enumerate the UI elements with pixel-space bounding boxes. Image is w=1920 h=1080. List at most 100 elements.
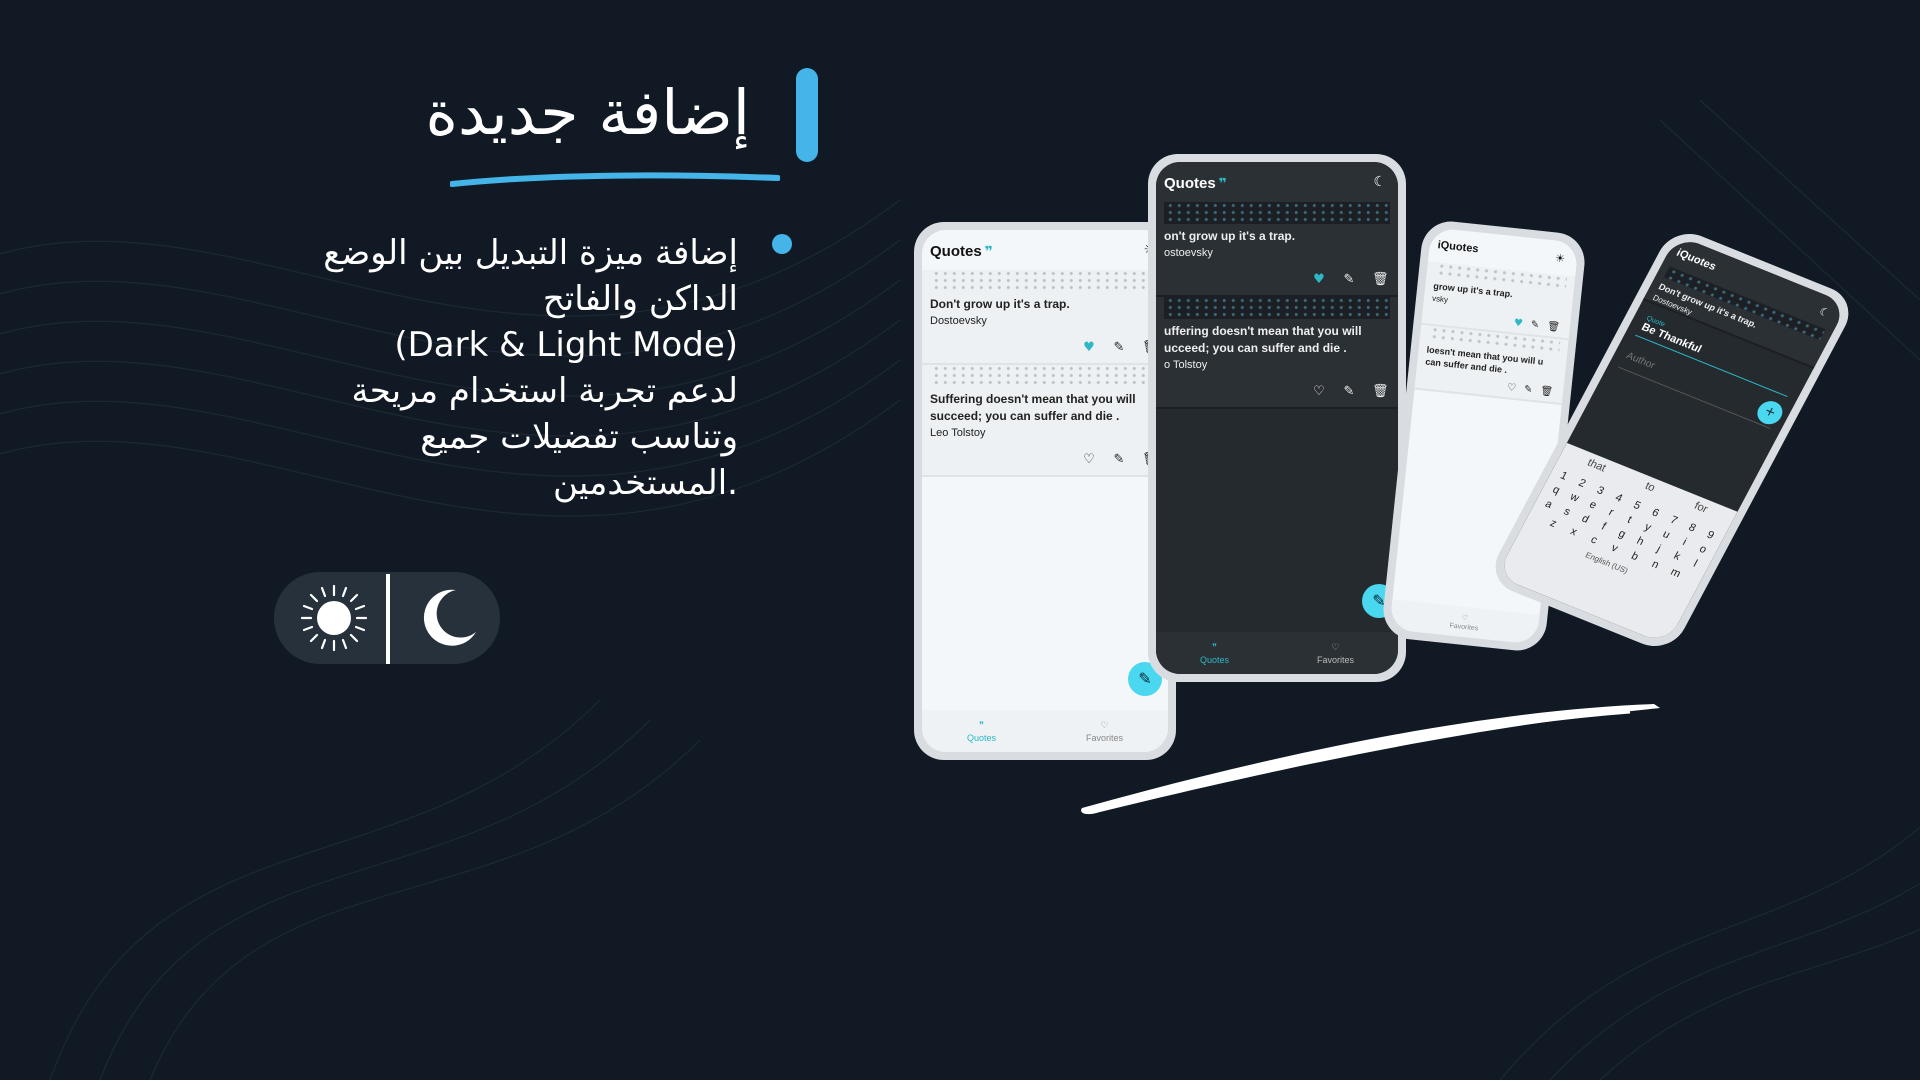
keyboard-key[interactable]: y <box>1639 519 1657 535</box>
keyboard-key[interactable]: 3 <box>1591 483 1609 499</box>
theme-toggle-moon-icon[interactable]: ☾ <box>1817 304 1832 319</box>
keyboard-key[interactable]: h <box>1631 534 1649 550</box>
edit-icon[interactable]: ✎ <box>1112 341 1126 355</box>
keyboard-key[interactable]: k <box>1668 548 1686 564</box>
quote-mark-icon: ❞ <box>1212 641 1217 652</box>
edit-icon[interactable]: ✎ <box>1112 453 1126 467</box>
suggestion[interactable]: for <box>1689 500 1710 521</box>
quote-text: uffering doesn't mean that you will ucce… <box>1164 324 1362 355</box>
keyboard-key[interactable]: 5 <box>1628 498 1646 514</box>
feature-description: إضافة ميزة التبديل بين الوضع الداكن والف… <box>218 230 738 506</box>
feature-line: لدعم تجربة استخدام مريحة <box>351 371 738 411</box>
keyboard-key[interactable]: l <box>1686 556 1704 572</box>
quote-mark-icon: ❞ <box>984 243 993 260</box>
theme-toggle-moon-icon[interactable]: ☾ <box>1373 174 1386 190</box>
card-banner <box>930 365 1160 387</box>
keyboard-key[interactable]: 1 <box>1554 468 1572 484</box>
edit-icon[interactable]: ✎ <box>1342 273 1356 287</box>
keyboard-key[interactable]: r <box>1602 505 1620 521</box>
keyboard-key[interactable]: x <box>1563 524 1583 541</box>
keyboard-key[interactable]: o <box>1694 542 1712 558</box>
keyboard-key[interactable]: b <box>1625 548 1645 565</box>
nav-quotes-label: Quotes <box>966 732 997 743</box>
quote-text: Suffering doesn't mean that you will suc… <box>930 392 1136 423</box>
feature-line: إضافة ميزة التبديل بين الوضع <box>323 233 738 273</box>
keyboard-key[interactable]: z <box>1543 515 1563 532</box>
app-title: iQuotes <box>1674 246 1719 273</box>
card-banner <box>930 270 1160 292</box>
favorite-filled-icon[interactable]: ♥ <box>1082 341 1096 355</box>
quote-author: Dostoevsky <box>930 315 987 327</box>
keyboard-key[interactable]: c <box>1584 532 1604 549</box>
keyboard-key[interactable]: q <box>1547 482 1565 498</box>
quote-card[interactable]: Don't grow up it's a trap. Dostoevsky ♥ … <box>922 270 1168 365</box>
feature-line: الداكن والفاتح <box>542 279 738 319</box>
delete-icon[interactable]: 🗑 <box>1540 386 1554 398</box>
delete-icon[interactable]: 🗑 <box>1372 273 1389 287</box>
app-title-wrap: Quotes ❞ <box>930 241 993 260</box>
keyboard-key[interactable]: s <box>1558 504 1576 520</box>
nav-quotes-label: Quotes <box>1199 654 1230 665</box>
bullet-dot <box>772 234 792 254</box>
keyboard-key[interactable]: f <box>1594 519 1612 535</box>
app-bar: Quotes ❞ ☾ <box>1156 162 1398 202</box>
quote-card[interactable]: on't grow up it's a trap. ostoevsky ♥ ✎ … <box>1156 202 1398 297</box>
quote-text: on't grow up it's a trap. <box>1164 229 1296 243</box>
feature-line: .المستخدمين <box>552 463 738 503</box>
suggestion[interactable]: that <box>1582 457 1608 480</box>
nav-favorites[interactable]: ♡ Favorites <box>1449 612 1479 632</box>
keyboard-key[interactable]: a <box>1539 497 1557 513</box>
keyboard-key[interactable]: 4 <box>1610 490 1628 506</box>
app-title: Quotes <box>1164 174 1216 192</box>
page-title: إضافة جديدة <box>425 76 750 149</box>
card-banner <box>1164 202 1390 224</box>
bottom-nav: ♡ Favorites <box>1389 599 1540 645</box>
delete-icon[interactable]: 🗑 <box>1547 321 1561 333</box>
keyboard-key[interactable]: j <box>1649 541 1667 557</box>
keyboard-key[interactable]: 2 <box>1573 476 1591 492</box>
feature-line: وتناسب تفضيلات جميع <box>420 417 738 457</box>
keyboard-key[interactable]: n <box>1645 556 1665 573</box>
favorite-filled-icon[interactable]: ♥ <box>1312 273 1326 287</box>
quote-card[interactable]: Suffering doesn't mean that you will suc… <box>922 365 1168 477</box>
favorite-outline-icon[interactable]: ♡ <box>1507 382 1517 394</box>
phone-dark-mode: Quotes ❞ ☾ on't grow up it's a trap. osto… <box>1148 154 1406 682</box>
keyboard-key[interactable]: w <box>1565 490 1583 506</box>
moon-icon <box>423 589 476 646</box>
keyboard-key[interactable]: 8 <box>1683 520 1701 536</box>
nav-favorites[interactable]: ♡ Favorites <box>1317 642 1354 665</box>
suggestion[interactable]: to <box>1640 480 1657 499</box>
toggle-divider <box>386 574 390 664</box>
app-screen: Quotes ❞ ☾ on't grow up it's a trap. osto… <box>1156 162 1398 674</box>
brush-stroke <box>1081 704 1660 815</box>
app-title-wrap: Quotes ❞ <box>1164 173 1227 192</box>
sun-icon <box>300 584 368 652</box>
favorite-outline-icon[interactable]: ♡ <box>1312 385 1326 399</box>
quote-card[interactable]: uffering doesn't mean that you will ucce… <box>1156 297 1398 409</box>
keyboard-key[interactable]: e <box>1584 497 1602 513</box>
phone-light-mode: Quotes❞ ☀ Don't grow up it's a trap. Dos… <box>914 222 1176 760</box>
keyboard-key[interactable]: i <box>1675 534 1693 550</box>
keyboard-key[interactable]: d <box>1576 511 1594 527</box>
keyboard-key[interactable]: v <box>1604 540 1624 557</box>
edit-icon[interactable]: ✎ <box>1530 319 1539 331</box>
nav-quotes[interactable]: ❞ Quotes <box>1200 642 1229 665</box>
nav-quotes[interactable]: ❞ Quotes <box>967 720 996 743</box>
favorite-filled-icon[interactable]: ♥ <box>1513 318 1523 330</box>
keyboard-key[interactable]: g <box>1613 526 1631 542</box>
keyboard-key[interactable]: u <box>1657 527 1675 543</box>
keyboard-key[interactable]: t <box>1620 512 1638 528</box>
keyboard-key[interactable]: 9 <box>1701 527 1719 543</box>
keyboard-key[interactable]: m <box>1665 565 1685 582</box>
edit-icon[interactable]: ✎ <box>1342 385 1356 399</box>
delete-icon[interactable]: 🗑 <box>1372 385 1389 399</box>
bottom-nav: ❞ Quotes ♡ Favorites <box>1156 632 1398 674</box>
theme-toggle-sun-icon[interactable]: ☀ <box>1554 251 1565 265</box>
dark-light-toggle <box>274 572 500 664</box>
keyboard-key[interactable]: 6 <box>1646 505 1664 521</box>
card-actions: ♥ ✎ 🗑 <box>930 327 1160 363</box>
quote-author: ostoevsky <box>1164 247 1213 259</box>
edit-icon[interactable]: ✎ <box>1523 384 1532 396</box>
favorite-outline-icon[interactable]: ♡ <box>1082 453 1096 467</box>
keyboard-key[interactable]: 7 <box>1665 513 1683 529</box>
